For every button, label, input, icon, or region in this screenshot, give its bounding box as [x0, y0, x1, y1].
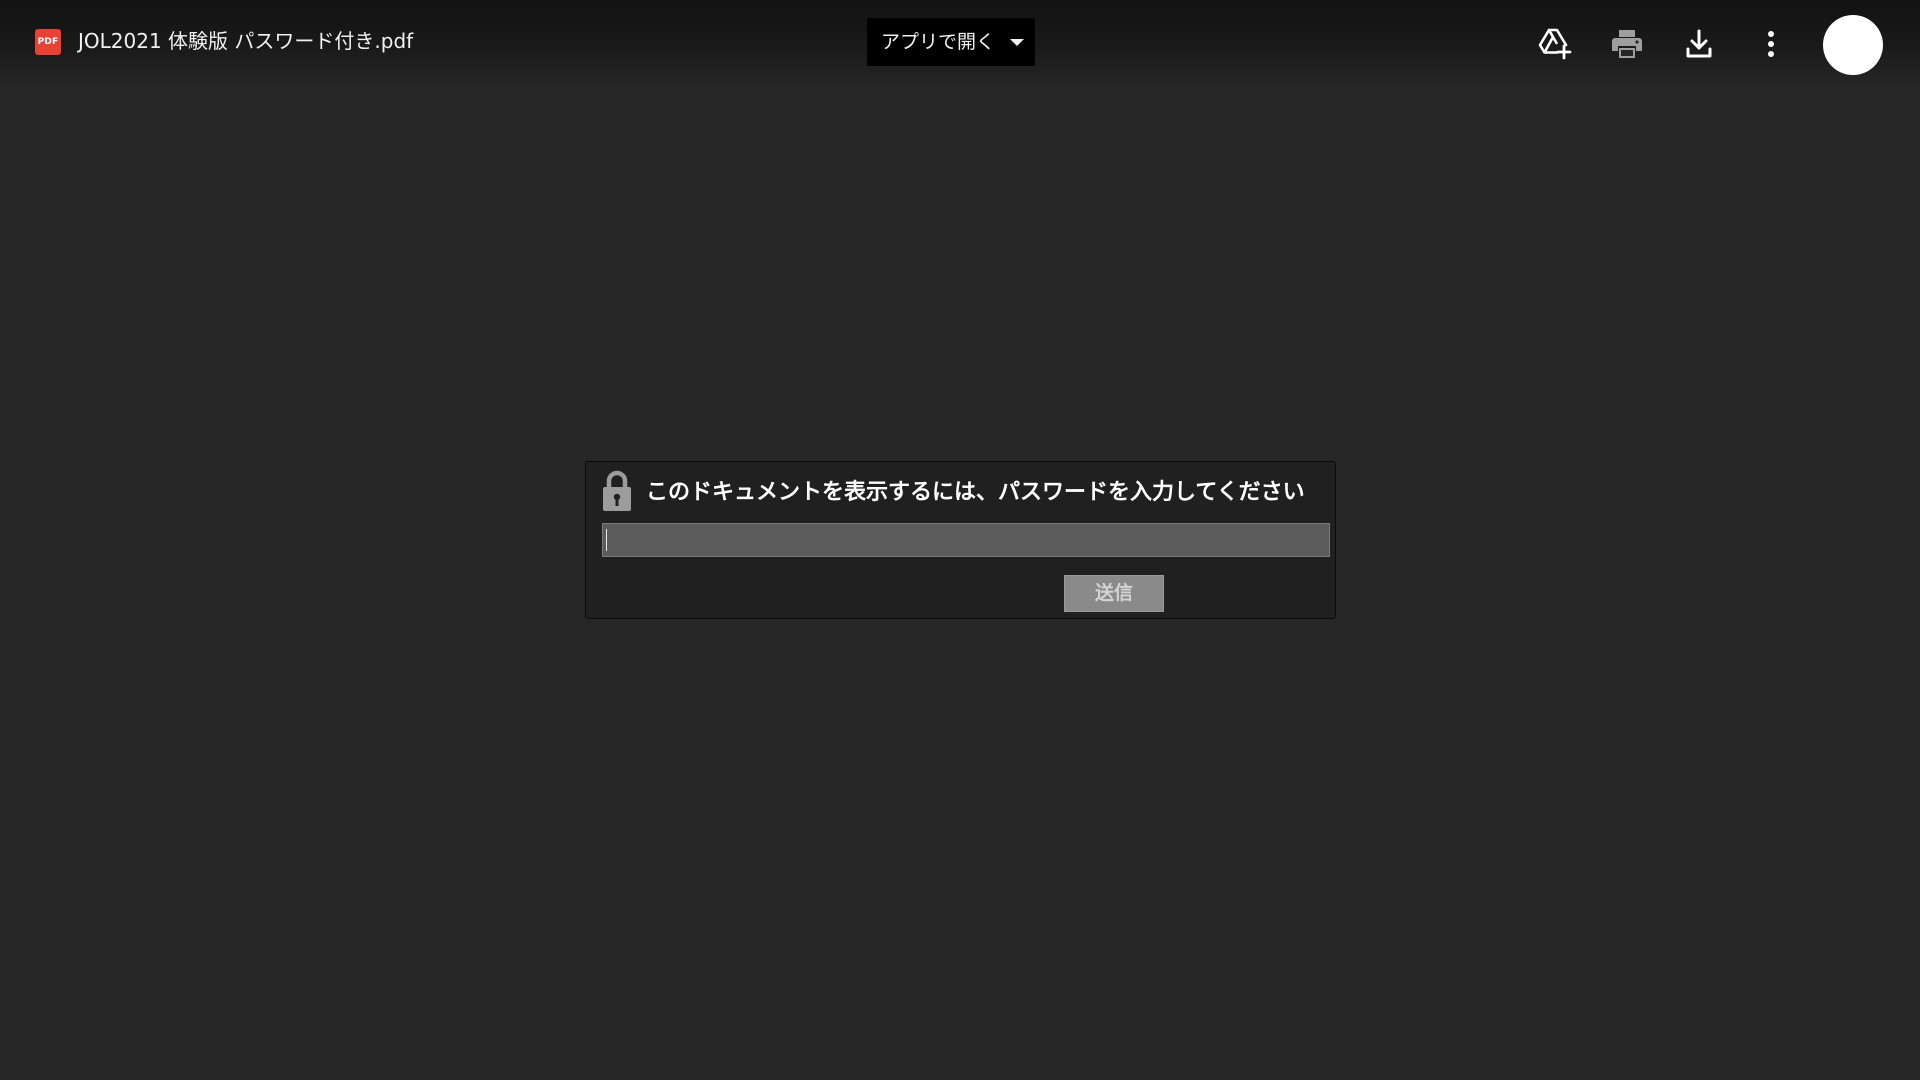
- more-vert-icon: [1768, 31, 1774, 57]
- more-options-button[interactable]: [1747, 20, 1795, 68]
- text-cursor: [606, 529, 607, 551]
- download-icon: [1686, 29, 1712, 58]
- submit-button[interactable]: 送信: [1064, 575, 1164, 612]
- add-to-drive-icon: [1538, 28, 1572, 60]
- password-dialog: このドキュメントを表示するには、パスワードを入力してください 送信: [585, 461, 1336, 619]
- add-to-drive-button[interactable]: [1531, 20, 1579, 68]
- top-toolbar: PDF JOL2021 体験版 パスワード付き.pdf アプリで開く: [0, 0, 1920, 88]
- download-button[interactable]: [1675, 20, 1723, 68]
- file-title: JOL2021 体験版 パスワード付き.pdf: [78, 29, 414, 53]
- pdf-file-icon: PDF: [35, 29, 61, 55]
- dropdown-arrow-icon: [1010, 39, 1024, 46]
- pdf-viewer: PDF JOL2021 体験版 パスワード付き.pdf アプリで開く このドキュ…: [0, 0, 1920, 1080]
- lock-icon: [603, 470, 631, 511]
- account-avatar[interactable]: [1823, 15, 1883, 75]
- open-with-app-button[interactable]: アプリで開く: [867, 18, 1035, 66]
- print-button[interactable]: [1603, 20, 1651, 68]
- password-prompt-message: このドキュメントを表示するには、パスワードを入力してください: [646, 480, 1305, 505]
- print-icon: [1612, 30, 1642, 58]
- password-input[interactable]: [602, 523, 1330, 557]
- open-with-app-label: アプリで開く: [881, 31, 996, 53]
